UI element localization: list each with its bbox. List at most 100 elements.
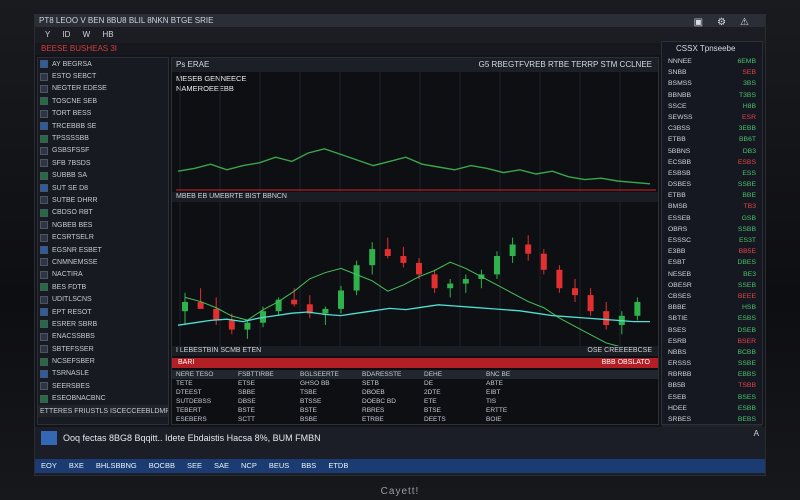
watchlist-row[interactable]: EPT RESOT — [38, 306, 168, 318]
row-checkbox[interactable] — [40, 345, 48, 354]
quote-row[interactable]: ESBSB ESS — [662, 168, 762, 179]
bottom-tab[interactable]: BEUS — [269, 459, 289, 473]
row-checkbox[interactable] — [40, 72, 48, 81]
quote-row[interactable]: ESSEB GSB — [662, 213, 762, 224]
quote-row[interactable]: RBRBB EBBS — [662, 369, 762, 380]
menu-item-1[interactable]: ID — [62, 30, 70, 39]
quote-row[interactable]: SNBB SEB — [662, 67, 762, 78]
quote-row[interactable]: C3BSS 3EBB — [662, 123, 762, 134]
watchlist-row[interactable]: GSBSFSSF — [38, 145, 168, 157]
row-checkbox[interactable] — [40, 159, 48, 168]
quote-row[interactable]: BMSB TB3 — [662, 201, 762, 212]
watchlist-row[interactable]: NACTIRA — [38, 269, 168, 281]
news-line[interactable]: Ooq fectas 8BG8 Bqqitt.. Idete Ebdaistis… — [63, 433, 321, 443]
menu-item-0[interactable]: Y — [45, 30, 50, 39]
bottom-tab[interactable]: EOY — [41, 459, 57, 473]
quote-row[interactable]: SRBES BEBS — [662, 414, 762, 425]
bottom-tab[interactable]: SAE — [214, 459, 229, 473]
quote-row[interactable]: ETBB BB6T — [662, 134, 762, 145]
order-row[interactable]: SUTDEBSS DBSE BTSSE DOEBC BD ETE TIS — [172, 397, 658, 406]
row-checkbox[interactable] — [40, 320, 48, 329]
quote-row[interactable]: BBNBB T3BS — [662, 90, 762, 101]
watchlist-row[interactable]: SUT SE D8 — [38, 182, 168, 194]
quote-row[interactable]: DSBES SSBE — [662, 179, 762, 190]
quote-row[interactable]: BSMSS 3BS — [662, 78, 762, 89]
quote-row[interactable]: ESEB BSES — [662, 392, 762, 403]
watchlist-row[interactable]: UDITLSCNS — [38, 293, 168, 305]
quote-row[interactable]: ESRB BSER — [662, 336, 762, 347]
quote-row[interactable]: SEWSS ESR — [662, 112, 762, 123]
quote-row[interactable]: NNNEE 6EMB — [662, 56, 762, 67]
watchlist-row[interactable]: NCSEFSBER — [38, 355, 168, 367]
watchlist-row[interactable]: AY BEGRSA — [38, 58, 168, 70]
row-checkbox[interactable] — [40, 246, 48, 255]
order-row[interactable]: DTEEST SBBE TSBE DBOEB 2DTE EIBT — [172, 388, 658, 397]
watchlist-row[interactable]: ESEOBNACBNC — [38, 393, 168, 405]
row-checkbox[interactable] — [40, 382, 48, 391]
watchlist-row[interactable]: TSRNASLE — [38, 368, 168, 380]
watchlist-row[interactable]: NGBEB BES — [38, 219, 168, 231]
row-checkbox[interactable] — [40, 221, 48, 230]
watchlist-row[interactable]: SUBBB SA — [38, 170, 168, 182]
row-checkbox[interactable] — [40, 60, 48, 69]
watchlist-row[interactable]: CNMNEMSSE — [38, 256, 168, 268]
quote-row[interactable]: ESSSC ES3T — [662, 235, 762, 246]
quote-row[interactable]: ESBT DBES — [662, 257, 762, 268]
bottom-tab[interactable]: BBS — [301, 459, 316, 473]
order-row[interactable]: ESEBERS SCTT BSBE ETRBE DEETS BOIE — [172, 415, 658, 424]
row-checkbox[interactable] — [40, 369, 48, 378]
watchlist-row[interactable]: NEGTER EDESE — [38, 83, 168, 95]
bottom-tab[interactable]: SEE — [187, 459, 202, 473]
watchlist-row[interactable]: EGSNR ESBET — [38, 244, 168, 256]
row-checkbox[interactable] — [40, 134, 48, 143]
quote-row[interactable]: HDEE ESBB — [662, 403, 762, 414]
watchlist-row[interactable]: SFB 7BSDS — [38, 157, 168, 169]
quote-row[interactable]: BSES DSEB — [662, 325, 762, 336]
watchlist-row[interactable]: SUTBE DHRR — [38, 194, 168, 206]
row-checkbox[interactable] — [40, 208, 48, 217]
menu-item-2[interactable]: W — [83, 30, 91, 39]
row-checkbox[interactable] — [40, 84, 48, 93]
row-checkbox[interactable] — [40, 308, 48, 316]
quote-row[interactable]: ETBB BBE — [662, 190, 762, 201]
row-checkbox[interactable] — [40, 184, 48, 193]
bottom-tab[interactable]: ETDB — [328, 459, 348, 473]
price-chart[interactable] — [172, 58, 660, 346]
bottom-tab[interactable]: BOCBB — [149, 459, 175, 473]
alert-icon[interactable]: ⚠ — [740, 17, 749, 27]
row-checkbox[interactable] — [40, 233, 48, 242]
watchlist-row[interactable]: TRCEBBB SE — [38, 120, 168, 132]
order-row[interactable]: TETE ETSE GHSO BB SETB DE ABTE — [172, 379, 658, 388]
settings-icon[interactable]: ⚙ — [717, 17, 726, 27]
row-checkbox[interactable] — [40, 109, 48, 118]
quote-row[interactable]: E3BB BB5E — [662, 246, 762, 257]
watchlist-row[interactable]: ENACSSBBS — [38, 331, 168, 343]
watchlist-row[interactable]: TPSSSSBB — [38, 132, 168, 144]
watchlist-row[interactable]: TORT BESS — [38, 108, 168, 120]
row-checkbox[interactable] — [40, 122, 48, 131]
row-checkbox[interactable] — [40, 295, 48, 304]
row-checkbox[interactable] — [40, 97, 48, 106]
bottom-tab[interactable]: BHLSBBNG — [96, 459, 137, 473]
quote-row[interactable]: CBSES BEEE — [662, 291, 762, 302]
bottom-tab[interactable]: NCP — [241, 459, 257, 473]
watchlist-row[interactable]: CBDSO RBT — [38, 207, 168, 219]
quote-row[interactable]: OBESR SSEB — [662, 280, 762, 291]
quote-row[interactable]: NBBS BCBB — [662, 347, 762, 358]
quote-row[interactable]: 5BBNS DB3 — [662, 146, 762, 157]
row-checkbox[interactable] — [40, 146, 48, 155]
watchlist-row[interactable]: ESTO SEBCT — [38, 70, 168, 82]
watchlist-row[interactable]: ESRER SBRB — [38, 318, 168, 330]
quote-row[interactable]: SBTIE ESBS — [662, 313, 762, 324]
row-checkbox[interactable] — [40, 283, 48, 292]
bottom-tab[interactable]: BXE — [69, 459, 84, 473]
menu-item-3[interactable]: HB — [102, 30, 113, 39]
row-checkbox[interactable] — [40, 394, 48, 403]
watchlist-row[interactable]: BES FDTB — [38, 281, 168, 293]
row-checkbox[interactable] — [40, 332, 48, 341]
row-checkbox[interactable] — [40, 171, 48, 180]
quote-row[interactable]: NESEB BE3 — [662, 269, 762, 280]
monitor-icon[interactable]: ▣ — [694, 17, 703, 27]
row-checkbox[interactable] — [40, 258, 48, 267]
quote-row[interactable]: ECSBB ESBS — [662, 157, 762, 168]
